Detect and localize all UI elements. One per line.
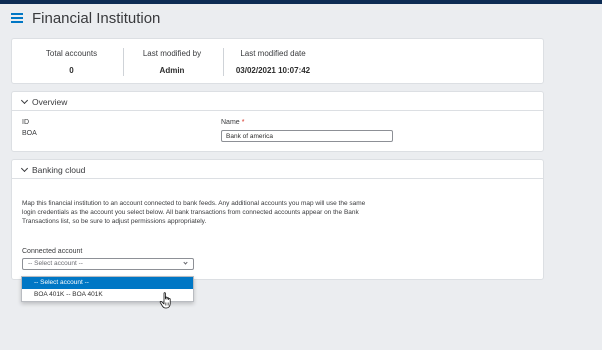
list-menu-icon[interactable] [11, 13, 23, 23]
connected-account-label: Connected account [22, 248, 83, 255]
stat-label: Total accounts [45, 49, 98, 58]
id-label: ID [22, 119, 29, 126]
select-value: -- Select account -- [28, 260, 83, 267]
banking-cloud-section: Banking cloud Map this financial institu… [11, 159, 544, 280]
name-label: Name * [221, 119, 244, 126]
required-marker: * [241, 119, 245, 126]
section-divider [12, 110, 543, 111]
stat-value: 0 [69, 66, 74, 75]
stat-value: 03/02/2021 10:07:42 [235, 66, 311, 75]
banking-description: Map this financial institution to an acc… [22, 200, 366, 226]
stat-label: Last modified date [240, 49, 306, 58]
dropdown-option-select-account[interactable]: -- Select account -- [22, 277, 193, 289]
banking-cloud-heading: Banking cloud [32, 165, 86, 175]
stat-label: Last modified by [142, 49, 202, 58]
banking-cloud-toggle[interactable]: Banking cloud [20, 164, 86, 175]
overview-toggle[interactable]: Overview [20, 96, 68, 107]
chevron-down-icon [20, 96, 29, 105]
page-title: Financial Institution [32, 9, 161, 27]
name-input[interactable] [221, 130, 393, 142]
stat-divider [223, 48, 224, 76]
name-label-text: Name [221, 119, 240, 126]
stat-value: Admin [159, 66, 185, 75]
id-value: BOA [22, 130, 37, 137]
stat-last-modified-by: Last modified by Admin [132, 39, 212, 85]
page-header: Financial Institution [0, 4, 602, 32]
section-divider [12, 178, 543, 179]
stat-total-accounts: Total accounts 0 [34, 39, 109, 85]
chevron-down-icon [20, 164, 29, 173]
summary-card: Total accounts 0 Last modified by Admin … [11, 38, 544, 84]
connected-account-select[interactable]: -- Select account -- [22, 258, 194, 270]
stat-divider [123, 48, 124, 76]
overview-section: Overview ID BOA Name * [11, 91, 544, 152]
overview-heading: Overview [32, 97, 68, 107]
hand-pointer-cursor-icon [159, 292, 171, 309]
chevron-down-icon [183, 260, 188, 265]
stat-last-modified-date: Last modified date 03/02/2021 10:07:42 [228, 39, 318, 85]
